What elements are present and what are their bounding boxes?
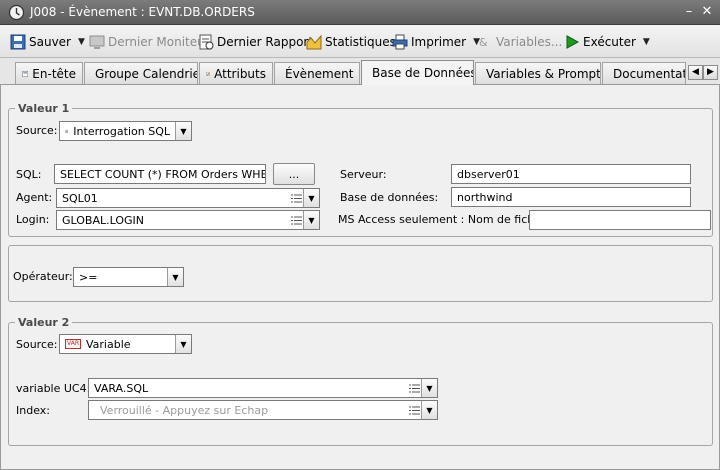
statistics-button[interactable]: Statistiques: [306, 33, 396, 51]
operator-label: Opérateur:: [13, 270, 73, 283]
msaccess-filename-field[interactable]: [529, 210, 711, 230]
print-label: Imprimer: [411, 35, 467, 49]
save-icon: [10, 34, 26, 50]
print-button[interactable]: Imprimer ▼: [392, 33, 480, 51]
variable-uc4-label: variable UC4:: [16, 382, 91, 395]
chevron-down-icon[interactable]: ▼: [175, 122, 191, 140]
chevron-down-icon[interactable]: ▼: [643, 37, 650, 47]
chevron-down-icon[interactable]: ▼: [167, 268, 183, 286]
variables-button[interactable]: & Variables...: [479, 33, 562, 51]
source-label: Source:: [16, 124, 58, 137]
tab-documentation[interactable]: Documentat: [602, 62, 686, 84]
window-title: J008 - Évènement : EVNT.DB.ORDERS: [30, 5, 255, 19]
database-icon: [65, 129, 68, 133]
source-label: Source:: [16, 338, 58, 351]
tab-label: Documentat: [613, 66, 686, 81]
tab-strip: En-tête 12 Groupe Calendrier Attributs É…: [0, 58, 720, 85]
server-field[interactable]: dbserver01: [451, 164, 691, 184]
tab-label: En-tête: [32, 66, 76, 81]
save-label: Sauver: [29, 35, 71, 49]
value1-legend: Valeur 1: [15, 102, 73, 115]
index-select[interactable]: Verrouillé - Appuyez sur Echap ▼: [88, 400, 438, 420]
operator-value: >=: [79, 270, 98, 284]
server-label: Serveur:: [340, 168, 387, 181]
database-label: Base de données:: [340, 191, 439, 204]
login-label: Login:: [16, 213, 50, 226]
index-placeholder: Verrouillé - Appuyez sur Echap: [100, 403, 269, 417]
execute-label: Exécuter: [583, 35, 636, 49]
toolbar: Sauver ▼ Dernier Moniteur Dernier Rappor…: [0, 25, 720, 58]
tab-database[interactable]: Base de Données: [361, 60, 474, 85]
variable-uc4-select[interactable]: VARA.SQL ▼: [88, 378, 438, 398]
chevron-down-icon[interactable]: ▼: [78, 37, 85, 47]
source-select[interactable]: VAR Variable ▼: [59, 334, 192, 354]
index-label: Index:: [16, 404, 50, 417]
tab-label: Variables & Prompts: [486, 66, 601, 81]
source-value: Interrogation SQL: [73, 124, 170, 138]
chevron-down-icon[interactable]: ▼: [303, 189, 319, 207]
database-field[interactable]: northwind: [451, 187, 691, 207]
agent-value: SQL01: [62, 191, 98, 205]
sql-edit-button[interactable]: ...: [273, 163, 315, 185]
sql-label: SQL:: [16, 168, 42, 181]
tab-attributes[interactable]: Attributs: [199, 62, 273, 84]
tab-label: Groupe Calendrier: [95, 66, 198, 81]
msaccess-label: MS Access seulement : Nom de fichier:: [338, 213, 553, 226]
sql-field[interactable]: SELECT COUNT (*) FROM Orders WHERE: [54, 164, 266, 184]
attributes-icon: [206, 71, 210, 76]
login-value: GLOBAL.LOGIN: [62, 213, 145, 227]
value2-legend: Valeur 2: [15, 316, 73, 329]
tab-header[interactable]: En-tête: [15, 62, 83, 84]
chevron-down-icon[interactable]: ▼: [303, 211, 319, 229]
agent-label: Agent:: [16, 191, 53, 204]
title-bar: J008 - Évènement : EVNT.DB.ORDERS – ✕: [0, 0, 720, 25]
app-clock-icon: [8, 4, 25, 21]
tab-label: Évènement: [285, 66, 354, 81]
list-icon[interactable]: [407, 406, 421, 415]
last-report-button[interactable]: Dernier Rapport: [198, 33, 313, 51]
execute-button[interactable]: Exécuter ▼: [564, 33, 650, 51]
variables-label: Variables...: [496, 35, 563, 49]
tab-scroll-left-button[interactable]: ◀: [688, 65, 703, 80]
header-icon: [22, 70, 29, 77]
operator-select[interactable]: >= ▼: [73, 267, 184, 287]
source-value: Variable: [86, 337, 131, 351]
save-button[interactable]: Sauver ▼: [10, 33, 85, 51]
report-icon: [199, 34, 214, 50]
chevron-down-icon[interactable]: ▼: [421, 379, 437, 397]
variable-uc4-value: VARA.SQL: [94, 381, 149, 395]
tab-label: Attributs: [214, 66, 266, 81]
source-select[interactable]: Interrogation SQL ▼: [59, 121, 192, 141]
list-icon[interactable]: [407, 384, 421, 393]
list-icon[interactable]: [289, 194, 303, 203]
variables-icon: &: [479, 36, 488, 49]
variable-icon: VAR: [65, 339, 81, 349]
play-icon: [566, 35, 580, 49]
tab-event[interactable]: Évènement: [274, 62, 360, 84]
monitor-icon: [89, 35, 105, 49]
agent-select[interactable]: SQL01 ▼: [56, 188, 320, 208]
tab-label: Base de Données: [372, 66, 474, 80]
statistics-icon: [306, 34, 322, 50]
tab-scroll-right-button[interactable]: ▶: [703, 65, 718, 80]
chevron-down-icon[interactable]: ▼: [421, 401, 437, 419]
svg-text:&: &: [479, 36, 488, 49]
last-monitor-button[interactable]: Dernier Moniteur: [89, 33, 210, 51]
database-panel: Valeur 1 Source: Interrogation SQL ▼ SQL…: [0, 85, 720, 470]
chevron-down-icon[interactable]: ▼: [175, 335, 191, 353]
minimize-button[interactable]: –: [682, 5, 696, 19]
tab-calendar-group[interactable]: 12 Groupe Calendrier: [84, 62, 198, 84]
list-icon[interactable]: [289, 216, 303, 225]
last-monitor-label: Dernier Moniteur: [108, 35, 210, 49]
printer-icon: [392, 34, 408, 50]
tab-variables-prompts[interactable]: & Variables & Prompts: [475, 62, 601, 84]
last-report-label: Dernier Rapport: [217, 35, 314, 49]
statistics-label: Statistiques: [325, 35, 396, 49]
login-select[interactable]: GLOBAL.LOGIN ▼: [56, 210, 320, 230]
close-button[interactable]: ✕: [700, 5, 714, 19]
